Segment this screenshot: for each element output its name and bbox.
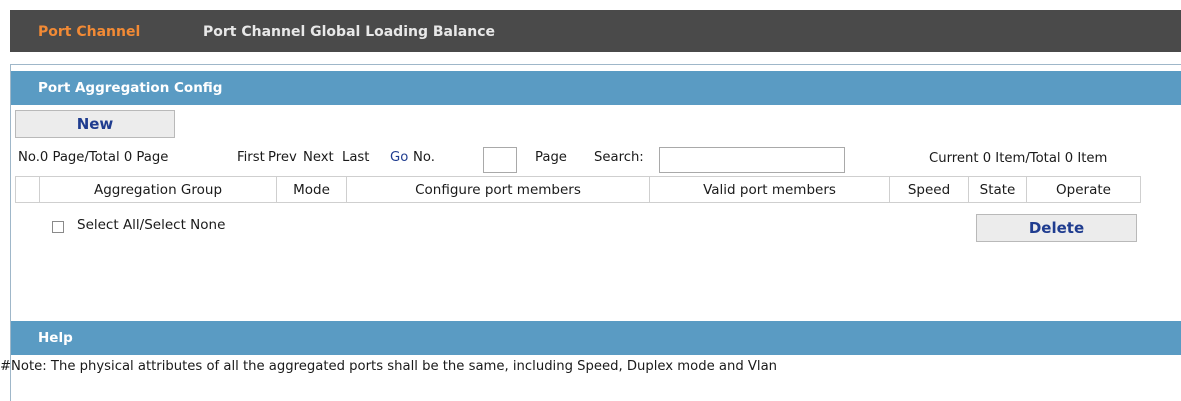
help-note: #Note: The physical attributes of all th…: [0, 359, 778, 374]
select-all-label[interactable]: Select All/Select None: [77, 217, 225, 233]
column-header-valid-port-members: Valid port members: [649, 176, 890, 203]
page-label: Page: [535, 150, 567, 165]
next-page-link[interactable]: Next: [303, 150, 334, 165]
column-header-operate: Operate: [1026, 176, 1141, 203]
column-header-mode: Mode: [276, 176, 347, 203]
section-header-port-aggregation-config: Port Aggregation Config: [11, 71, 1181, 105]
tab-port-channel[interactable]: Port Channel: [38, 24, 140, 40]
page-info: No.0 Page/Total 0 Page: [18, 150, 169, 165]
tab-bar: Port Channel Port Channel Global Loading…: [10, 10, 1181, 52]
last-page-link[interactable]: Last: [342, 150, 369, 165]
column-header-select: [15, 176, 40, 203]
first-page-link[interactable]: First: [237, 150, 265, 165]
column-header-aggregation-group: Aggregation Group: [39, 176, 277, 203]
help-title: Help: [38, 330, 73, 346]
table-header-row: Aggregation Group Mode Configure port me…: [15, 176, 1141, 203]
top-strip: [0, 0, 1181, 10]
select-all-checkbox[interactable]: [52, 221, 64, 233]
column-header-state: State: [968, 176, 1027, 203]
search-label: Search:: [594, 150, 644, 165]
column-header-configure-port-members: Configure port members: [346, 176, 650, 203]
go-link[interactable]: Go: [390, 150, 408, 165]
delete-button[interactable]: Delete: [976, 214, 1137, 242]
page-number-input[interactable]: [483, 147, 517, 173]
new-button[interactable]: New: [15, 110, 175, 138]
page-number-label: No.: [413, 150, 435, 165]
section-title: Port Aggregation Config: [38, 80, 223, 96]
search-input[interactable]: [659, 147, 845, 173]
section-header-help: Help: [11, 321, 1181, 355]
item-count: Current 0 Item/Total 0 Item: [929, 151, 1108, 166]
tab-port-channel-global-loading-balance[interactable]: Port Channel Global Loading Balance: [203, 24, 495, 40]
aggregation-table: Aggregation Group Mode Configure port me…: [15, 176, 1141, 203]
column-header-speed: Speed: [889, 176, 969, 203]
prev-page-link[interactable]: Prev: [268, 150, 297, 165]
